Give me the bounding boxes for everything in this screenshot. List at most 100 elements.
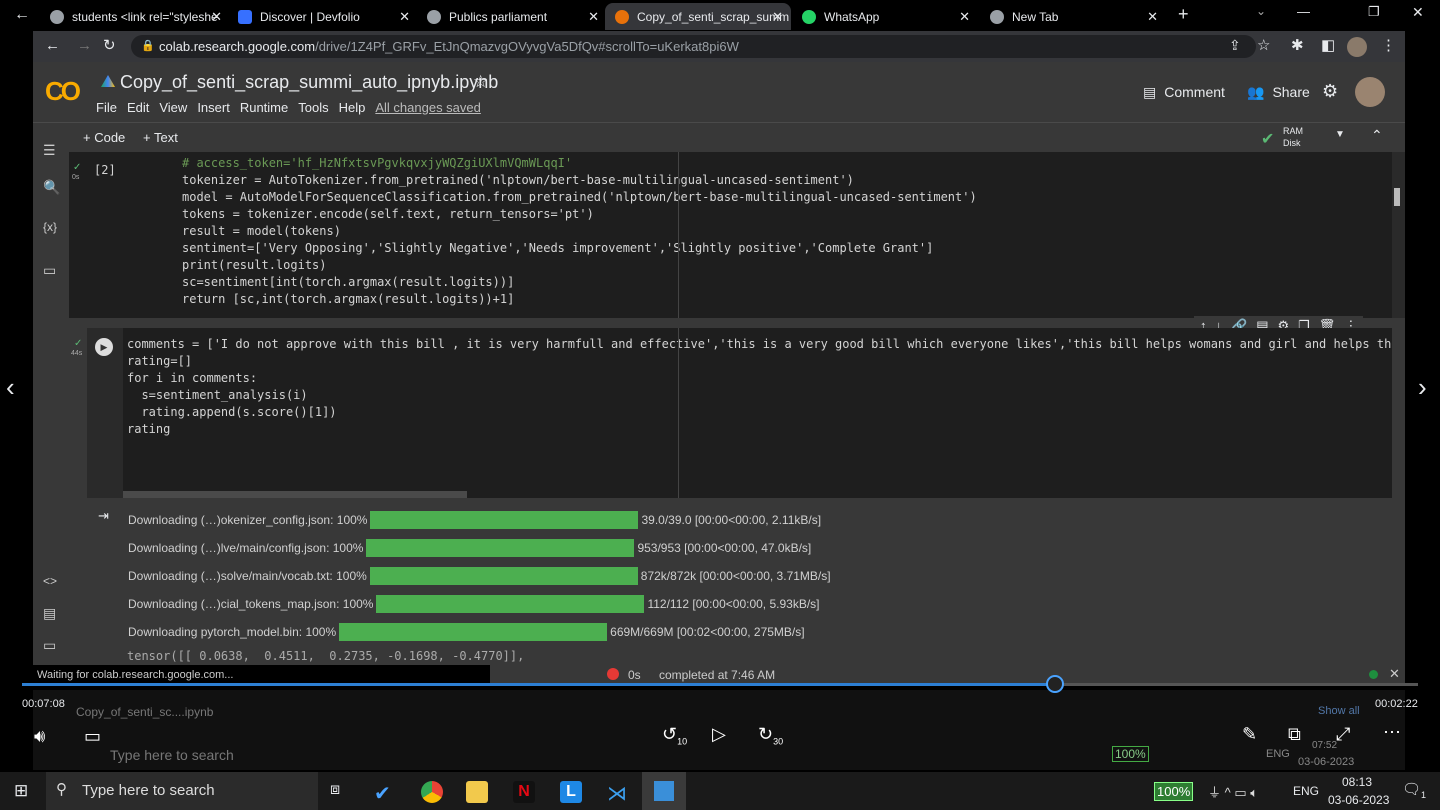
media-player-app-icon[interactable] — [642, 772, 686, 810]
resources-indicator[interactable]: RAM Disk — [1283, 125, 1303, 149]
download-label: Downloading (…)solve/main/vocab.txt: 100… — [128, 569, 367, 583]
download-item[interactable]: Copy_of_senti_sc....ipynb — [76, 705, 213, 719]
browser-tab[interactable]: Discover | Devfolio ✕ — [228, 3, 418, 30]
menu-file[interactable]: File — [96, 100, 117, 115]
language-indicator[interactable]: ENG — [1293, 784, 1319, 798]
run-cell-button[interactable]: ▶ — [95, 338, 113, 356]
runtime-dropdown-icon[interactable]: ▼ — [1335, 129, 1345, 140]
subtitles-icon[interactable]: ▭ — [84, 726, 101, 747]
close-status-icon[interactable]: ✕ — [1389, 666, 1400, 682]
tab-search-icon[interactable]: ⌄ — [1256, 4, 1266, 18]
bookmark-star-icon[interactable]: ☆ — [1257, 36, 1270, 54]
fullscreen-icon[interactable]: ⤢ — [1336, 724, 1350, 745]
terminal-icon[interactable]: ▭ — [43, 637, 56, 654]
close-tab-icon[interactable]: ✕ — [588, 9, 599, 25]
notebook-title[interactable]: Copy_of_senti_scrap_summi_auto_ipnyb.ipy… — [120, 72, 498, 93]
code-snippets-icon[interactable]: <> — [43, 574, 57, 588]
close-tab-icon[interactable]: ✕ — [399, 9, 410, 25]
share-page-icon[interactable]: ⇪ — [1229, 37, 1241, 54]
task-view-icon[interactable]: ⧈ — [330, 781, 340, 799]
edit-pen-icon[interactable]: ✎ — [1242, 724, 1257, 745]
todo-app-icon[interactable]: ✔ — [374, 781, 396, 805]
browser-menu-icon[interactable]: ⋮ — [1381, 36, 1396, 54]
cell-success-icon: ✓ — [74, 338, 83, 349]
chrome-app-icon[interactable] — [421, 781, 443, 803]
mini-player-icon[interactable]: ⧉ — [1288, 724, 1301, 745]
code-editor[interactable]: comments = ['I do not approve with this … — [127, 336, 1392, 438]
add-text-button[interactable]: + Text — [143, 130, 178, 145]
code-cell-2[interactable]: comments = ['I do not approve with this … — [123, 328, 1392, 498]
variables-icon[interactable]: {x} — [43, 220, 57, 234]
browser-tab[interactable]: Copy_of_senti_scrap_summ ✕ — [605, 3, 791, 30]
tab-label: students <link rel="styleshe — [72, 9, 218, 24]
rewind-button[interactable]: ↺10 — [662, 724, 687, 747]
sidepanel-icon[interactable]: ◧ — [1321, 36, 1335, 54]
nav-back-icon[interactable]: ← — [45, 37, 60, 54]
horizontal-scrollbar[interactable] — [123, 491, 467, 498]
notification-center-icon[interactable]: 🗨1 — [1402, 780, 1426, 800]
close-tab-icon[interactable]: ✕ — [211, 9, 222, 25]
command-palette-icon[interactable]: ▤ — [43, 605, 56, 622]
output-clear-icon[interactable]: ⇥ — [98, 508, 109, 524]
menu-tools[interactable]: Tools — [298, 100, 328, 115]
l-app-icon[interactable]: L — [560, 781, 582, 803]
clock-time[interactable]: 08:13 — [1342, 775, 1372, 789]
cell-scrollbar[interactable] — [1392, 152, 1405, 318]
vscode-app-icon[interactable]: ⋊ — [606, 781, 628, 805]
next-arrow-icon[interactable]: › — [1418, 372, 1427, 403]
forward-button[interactable]: ↻30 — [758, 724, 783, 747]
menu-runtime[interactable]: Runtime — [240, 100, 288, 115]
files-folder-icon[interactable]: ▭ — [43, 262, 56, 279]
comment-button[interactable]: ▤ Comment — [1143, 84, 1225, 101]
clock-date[interactable]: 03-06-2023 — [1328, 793, 1389, 807]
menu-edit[interactable]: Edit — [127, 100, 149, 115]
code-editor[interactable]: # access_token='hf_HzNfxtsvPgvkqvxjyWQZg… — [182, 155, 977, 308]
save-status[interactable]: All changes saved — [375, 100, 481, 115]
menu-view[interactable]: View — [159, 100, 187, 115]
nav-forward-icon[interactable]: → — [77, 37, 92, 54]
restore-button[interactable]: ❐ — [1368, 4, 1380, 20]
tray-icons[interactable]: ⏚ ^ ▭ 🔈︎ — [1208, 782, 1258, 801]
url-field[interactable]: 🔒 colab.research.google.com/drive/1Z4Pf_G… — [131, 35, 1256, 58]
favicon-icon — [990, 9, 1004, 24]
close-tab-icon[interactable]: ✕ — [772, 9, 783, 25]
new-tab-button[interactable]: + — [1178, 4, 1189, 25]
browser-tab[interactable]: students <link rel="styleshe ✕ — [40, 3, 230, 30]
show-all-link[interactable]: Show all — [1318, 705, 1360, 717]
volume-icon[interactable]: 🔊︎ — [34, 726, 45, 747]
add-code-button[interactable]: + Code — [83, 130, 125, 145]
download-progress-list: Downloading (…)okenizer_config.json: 100… — [128, 506, 831, 646]
seek-bar[interactable] — [22, 683, 1418, 686]
share-button[interactable]: 👥 Share — [1247, 84, 1310, 101]
close-window-button[interactable]: ✕ — [1412, 4, 1424, 21]
star-icon[interactable]: ☆ — [473, 72, 488, 92]
settings-gear-icon[interactable]: ⚙ — [1322, 81, 1338, 102]
browser-tab[interactable]: Publics parliament ✕ — [417, 3, 607, 30]
seek-handle[interactable] — [1046, 675, 1065, 693]
reload-icon[interactable]: ↻ — [103, 36, 116, 54]
battery-indicator[interactable]: 100% — [1154, 782, 1194, 801]
browser-tab[interactable]: WhatsApp ✕ — [792, 3, 978, 30]
menu-insert[interactable]: Insert — [197, 100, 230, 115]
code-cell-1[interactable]: ✓ 0s [2] # access_token='hf_HzNfxtsvPgvk… — [69, 152, 1392, 318]
more-options-icon[interactable]: ⋯ — [1383, 722, 1401, 743]
profile-avatar[interactable] — [1347, 37, 1367, 57]
play-button[interactable]: ▷ — [712, 724, 726, 745]
extensions-icon[interactable]: ✱ — [1291, 36, 1304, 54]
browser-tab[interactable]: New Tab ✕ — [980, 3, 1166, 30]
back-icon[interactable]: ← — [14, 6, 30, 24]
status-error-icon — [607, 668, 619, 680]
close-tab-icon[interactable]: ✕ — [959, 9, 970, 25]
minimize-button[interactable]: — — [1297, 4, 1310, 19]
collapse-header-icon[interactable]: ⌃ — [1371, 127, 1383, 144]
file-explorer-icon[interactable] — [466, 781, 488, 803]
taskbar-search-box[interactable]: ⚲ Type here to search — [46, 772, 318, 810]
user-avatar[interactable] — [1355, 77, 1385, 107]
netflix-app-icon[interactable]: N — [513, 781, 535, 803]
previous-arrow-icon[interactable]: ‹ — [6, 372, 15, 403]
close-tab-icon[interactable]: ✕ — [1147, 9, 1158, 25]
windows-start-icon[interactable]: ⊞ — [14, 781, 28, 801]
search-icon[interactable]: 🔍 — [43, 179, 60, 196]
toc-icon[interactable]: ☰ — [43, 142, 56, 159]
menu-help[interactable]: Help — [339, 100, 366, 115]
